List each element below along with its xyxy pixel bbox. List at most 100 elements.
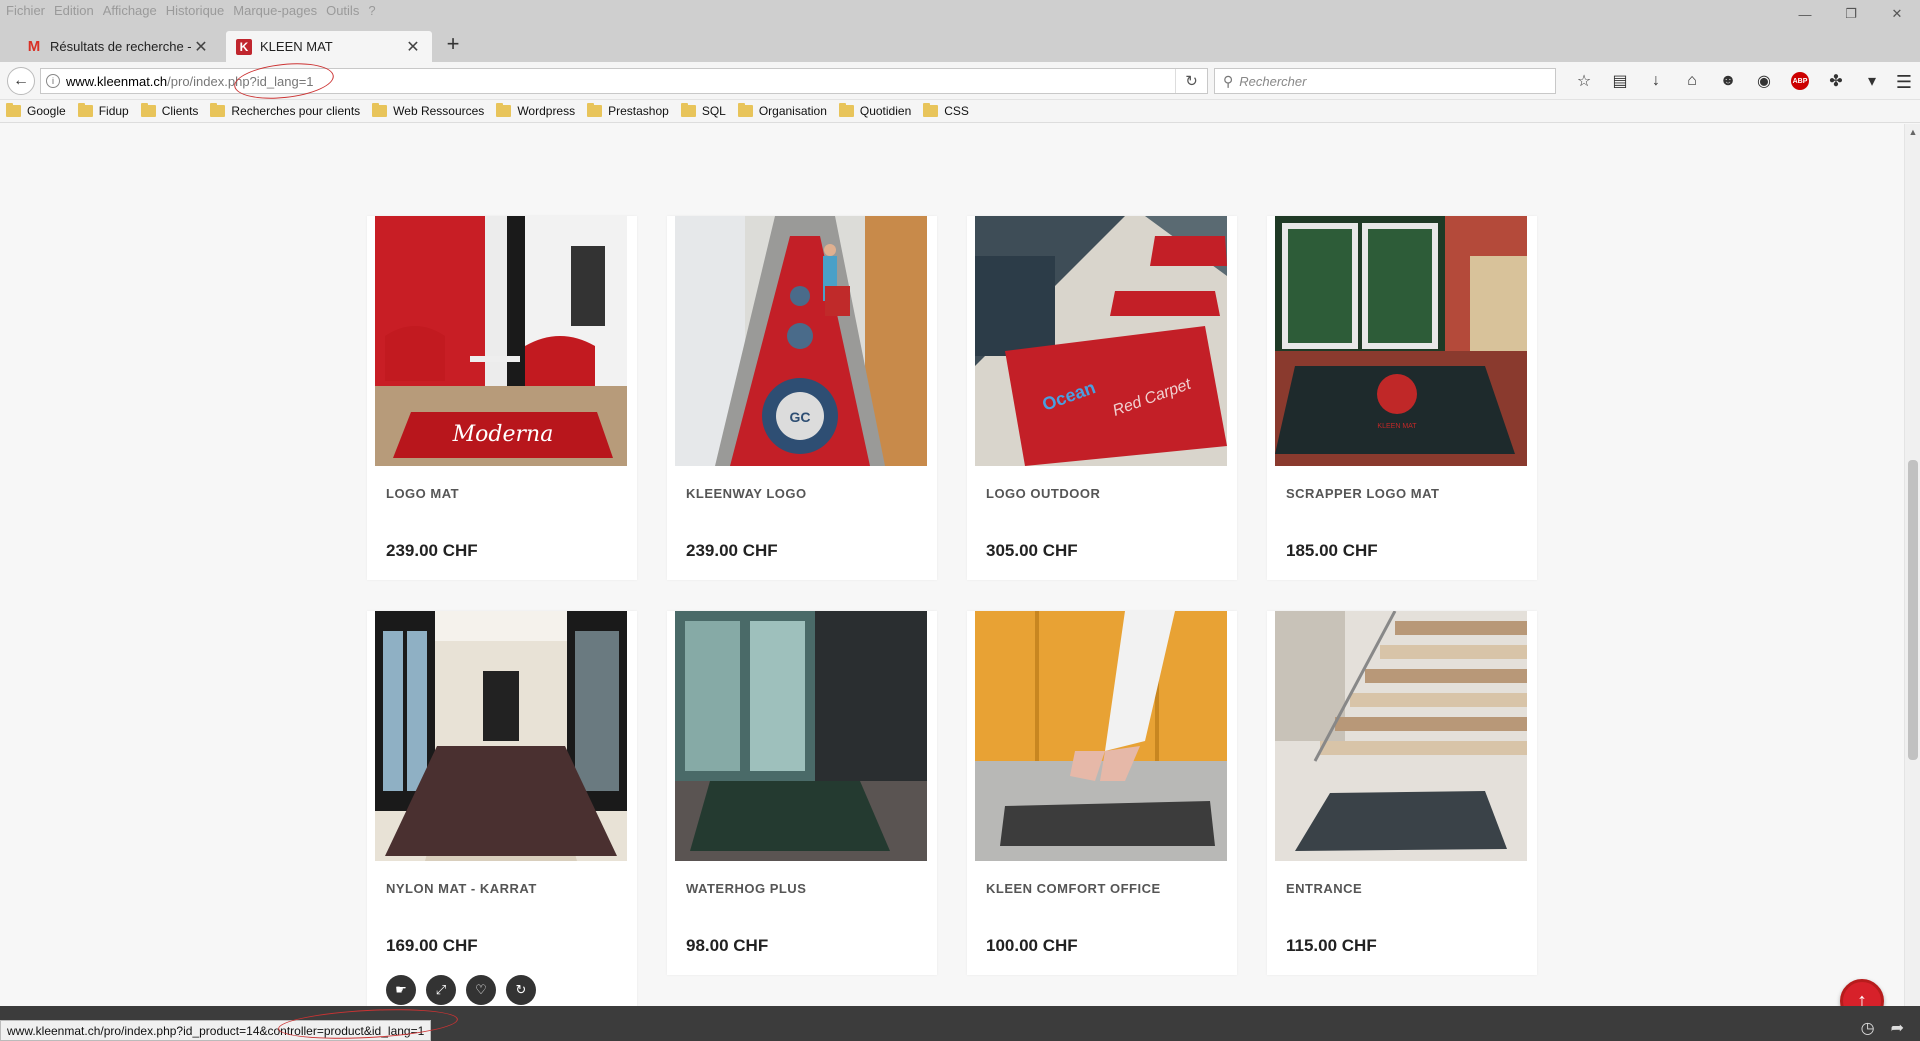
home-icon[interactable]: ⌂: [1674, 72, 1710, 90]
product-card-scrapper-logo-mat[interactable]: KLEEN MAT SCRAPPER LOGO MAT 185.00 CHF: [1267, 216, 1537, 580]
hamburger-menu-icon[interactable]: ☰: [1896, 72, 1912, 93]
search-placeholder: Rechercher: [1239, 73, 1307, 89]
bookmark-organisation[interactable]: Organisation: [737, 103, 827, 118]
quick-view-button[interactable]: ⤢: [426, 975, 456, 1005]
scroll-up-icon[interactable]: ▲: [1905, 124, 1920, 140]
compare-button[interactable]: ↻: [506, 975, 536, 1005]
arrow-left-icon: ←: [13, 72, 29, 89]
tab-gmail-search[interactable]: M Résultats de recherche - je... ✕: [16, 31, 220, 62]
menu-fichier[interactable]: Fichier: [6, 3, 45, 18]
overflow-chevron-icon[interactable]: ▾: [1854, 71, 1890, 91]
product-card-entrance[interactable]: ENTRANCE 115.00 CHF: [1267, 611, 1537, 975]
product-image-nylon-mat-karrat[interactable]: [375, 611, 627, 861]
folder-icon: [140, 103, 156, 117]
product-price: 169.00 CHF: [386, 936, 478, 955]
product-price: 98.00 CHF: [686, 936, 769, 955]
product-price: 305.00 CHF: [986, 541, 1078, 560]
menu-marque-pages[interactable]: Marque-pages: [233, 3, 317, 18]
bookmark-google[interactable]: Google: [6, 103, 66, 118]
bookmark-fidup[interactable]: Fidup: [77, 103, 129, 118]
product-card-kleenway-logo[interactable]: GC KLEENWAY LOGO 239.00 CHF: [667, 216, 937, 580]
bookmark-prestashop[interactable]: Prestashop: [587, 103, 669, 118]
product-image-logo-mat[interactable]: Moderna: [375, 216, 627, 466]
product-price: 185.00 CHF: [1286, 541, 1378, 560]
product-card-logo-outdoor[interactable]: Ocean Red Carpet LOGO OUTDOOR 305.00 CHF: [967, 216, 1237, 580]
close-tab-icon[interactable]: ✕: [404, 37, 422, 57]
product-card-waterhog-plus[interactable]: WATERHOG PLUS 98.00 CHF: [667, 611, 937, 975]
menu-outils[interactable]: Outils: [326, 3, 359, 18]
menu-historique[interactable]: Historique: [166, 3, 225, 18]
pocket-icon[interactable]: ◉: [1746, 71, 1782, 91]
reading-list-icon[interactable]: ▤: [1602, 71, 1638, 91]
bookmark-wordpress[interactable]: Wordpress: [496, 103, 576, 118]
bookmark-label: Fidup: [98, 104, 129, 118]
cart-icon: ☛: [395, 982, 407, 997]
folder-icon: [838, 103, 854, 117]
bookmark-web-ressources[interactable]: Web Ressources: [372, 103, 484, 118]
product-image-scrapper-logo-mat[interactable]: KLEEN MAT: [1275, 216, 1527, 466]
share-arrow-icon[interactable]: ➦: [1891, 1018, 1904, 1038]
bookmarks-bar: Google Fidup Clients Recherches pour cli…: [0, 100, 1920, 123]
emoji-icon[interactable]: ☻: [1710, 72, 1746, 90]
bookmark-css[interactable]: CSS: [923, 103, 969, 118]
product-name[interactable]: NYLON MAT - KARRAT: [386, 881, 537, 896]
product-name[interactable]: LOGO MAT: [386, 486, 459, 501]
product-name[interactable]: KLEEN COMFORT OFFICE: [986, 881, 1161, 896]
folder-icon: [587, 103, 603, 117]
status-link-preview: www.kleenmat.ch/pro/index.php?id_product…: [0, 1020, 432, 1041]
reload-icon[interactable]: ↻: [1175, 69, 1207, 93]
tab-kleen-mat[interactable]: K KLEEN MAT ✕: [226, 31, 432, 62]
product-card-logo-mat[interactable]: Moderna LOGO MAT 239.00 CHF: [367, 216, 637, 580]
bookmark-clients[interactable]: Clients: [140, 103, 198, 118]
extension-icon[interactable]: ✤: [1818, 71, 1854, 91]
gmail-icon: M: [27, 38, 41, 55]
product-card-nylon-mat-karrat[interactable]: NYLON MAT - KARRAT 169.00 CHF ☛ ⤢ ♡ ↻: [367, 611, 637, 1006]
menu-help[interactable]: ?: [368, 3, 375, 18]
bookmark-label: Prestashop: [608, 104, 669, 118]
product-image-kleenway-logo[interactable]: GC: [675, 216, 927, 466]
close-tab-icon[interactable]: ✕: [192, 37, 210, 57]
url-bar[interactable]: i www.kleenmat.ch/pro/index.php?id_lang=…: [40, 68, 1208, 94]
add-to-cart-button[interactable]: ☛: [386, 975, 416, 1005]
bookmark-quotidien[interactable]: Quotidien: [838, 103, 912, 118]
bookmark-recherches[interactable]: Recherches pour clients: [210, 103, 361, 118]
wishlist-button[interactable]: ♡: [466, 975, 496, 1005]
folder-icon: [210, 103, 226, 117]
bookmark-label: Quotidien: [859, 104, 912, 118]
product-image-kleen-comfort-office[interactable]: [975, 611, 1227, 861]
menu-affichage[interactable]: Affichage: [103, 3, 157, 18]
scroll-thumb[interactable]: [1908, 460, 1918, 760]
page-scrollbar[interactable]: ▲: [1904, 124, 1920, 1006]
product-name[interactable]: LOGO OUTDOOR: [986, 486, 1100, 501]
product-image-waterhog-plus[interactable]: [675, 611, 927, 861]
folder-icon: [6, 103, 21, 117]
menu-edition[interactable]: Edition: [54, 3, 94, 18]
status-icons: ◷ ➦: [1845, 1018, 1904, 1038]
folder-icon: [923, 103, 939, 117]
status-bar: www.kleenmat.ch/pro/index.php?id_product…: [0, 1006, 1920, 1041]
bookmark-label: Organisation: [758, 104, 827, 118]
product-name[interactable]: ENTRANCE: [1286, 881, 1362, 896]
bookmark-star-icon[interactable]: ☆: [1566, 71, 1602, 91]
search-input[interactable]: ⚲ Rechercher: [1214, 68, 1556, 94]
tab-title: KLEEN MAT: [260, 39, 333, 54]
product-name[interactable]: WATERHOG PLUS: [686, 881, 806, 896]
product-price: 239.00 CHF: [386, 541, 478, 560]
heart-icon: ♡: [475, 982, 487, 997]
product-name[interactable]: SCRAPPER LOGO MAT: [1286, 486, 1439, 501]
bookmark-label: Wordpress: [517, 104, 576, 118]
clock-icon[interactable]: ◷: [1861, 1018, 1875, 1038]
adblock-icon[interactable]: ABP: [1791, 72, 1809, 90]
product-image-entrance[interactable]: [1275, 611, 1527, 861]
folder-icon: [737, 103, 753, 117]
product-card-kleen-comfort-office[interactable]: KLEEN COMFORT OFFICE 100.00 CHF: [967, 611, 1237, 975]
bookmark-label: Recherches pour clients: [231, 104, 361, 118]
product-image-logo-outdoor[interactable]: Ocean Red Carpet: [975, 216, 1227, 466]
new-tab-button[interactable]: +: [440, 31, 466, 57]
product-name[interactable]: KLEENWAY LOGO: [686, 486, 807, 501]
bookmark-sql[interactable]: SQL: [680, 103, 726, 118]
download-icon[interactable]: ↓: [1638, 72, 1674, 90]
info-icon[interactable]: i: [46, 74, 60, 88]
back-button[interactable]: ←: [7, 67, 35, 95]
toolbar-icons: ☆ ▤ ↓ ⌂ ☻ ◉ ABP ✤ ▾: [1566, 68, 1890, 94]
